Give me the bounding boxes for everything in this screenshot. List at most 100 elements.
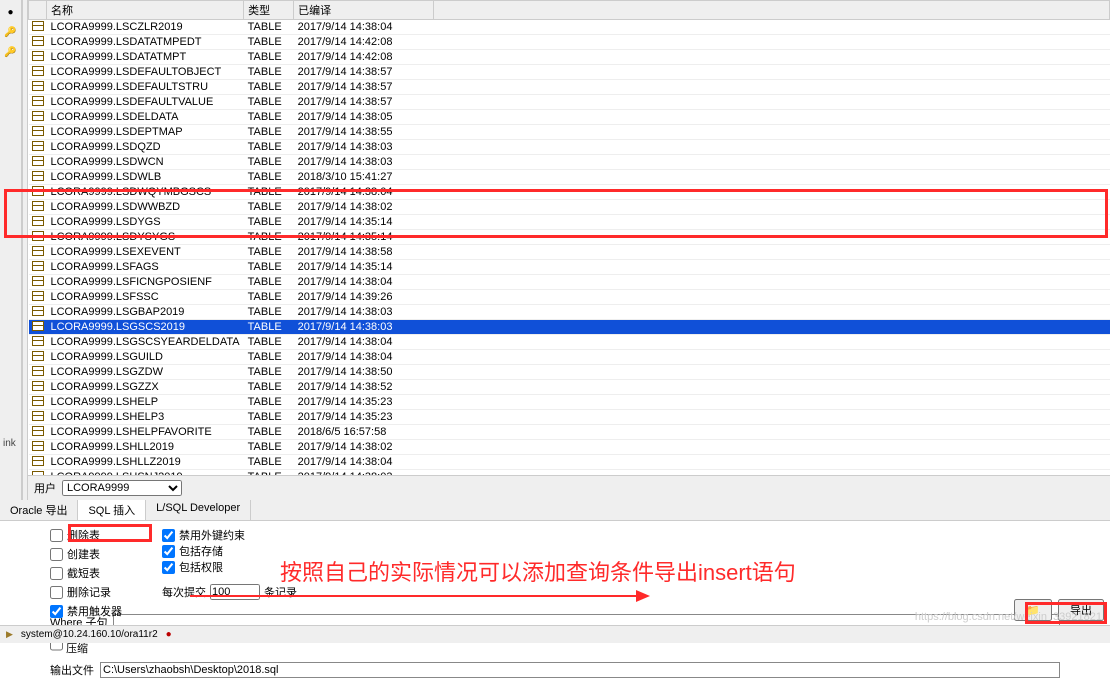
option-删除记录[interactable]: 删除记录 <box>50 584 122 600</box>
object-table[interactable]: 名称 类型 已编译 LCORA9999.LSCZLR2019TABLE2017/… <box>28 0 1110 475</box>
table-row[interactable]: LCORA9999.LSDATATMPEDTTABLE2017/9/14 14:… <box>29 35 1110 50</box>
table-icon <box>32 66 44 76</box>
cell-date: 2017/9/14 14:38:04 <box>294 185 434 200</box>
cell-type: TABLE <box>244 80 294 95</box>
cell-type: TABLE <box>244 395 294 410</box>
table-row[interactable]: LCORA9999.LSDYSYGSTABLE2017/9/14 14:35:1… <box>29 230 1110 245</box>
link-tab[interactable]: ink <box>3 438 16 449</box>
option-截短表[interactable]: 截短表 <box>50 565 122 581</box>
table-row[interactable]: LCORA9999.LSDEFAULTVALUETABLE2017/9/14 1… <box>29 95 1110 110</box>
table-icon <box>32 96 44 106</box>
cell-name: LCORA9999.LSDEPTMAP <box>47 125 244 140</box>
tool-key2-icon[interactable]: 🔑 <box>3 44 19 60</box>
table-row[interactable]: LCORA9999.LSDATATMPTTABLE2017/9/14 14:42… <box>29 50 1110 65</box>
option-包括权限[interactable]: 包括权限 <box>162 559 297 575</box>
cell-date: 2017/9/14 14:39:26 <box>294 290 434 305</box>
option-创建表[interactable]: 创建表 <box>50 546 122 562</box>
table-row[interactable]: LCORA9999.LSDWWBZDTABLE2017/9/14 14:38:0… <box>29 200 1110 215</box>
table-row[interactable]: LCORA9999.LSGSCSYEARDELDATATABLE2017/9/1… <box>29 335 1110 350</box>
cell-type: TABLE <box>244 110 294 125</box>
cell-type: TABLE <box>244 65 294 80</box>
option-包括存储[interactable]: 包括存储 <box>162 543 297 559</box>
tool-key-icon[interactable]: 🔑 <box>3 24 19 40</box>
table-icon <box>32 111 44 121</box>
table-row[interactable]: LCORA9999.LSDELDATATABLE2017/9/14 14:38:… <box>29 110 1110 125</box>
table-row[interactable]: LCORA9999.LSFSSCTABLE2017/9/14 14:39:26 <box>29 290 1110 305</box>
table-row[interactable]: LCORA9999.LSDEFAULTSTRUTABLE2017/9/14 14… <box>29 80 1110 95</box>
cell-date: 2017/9/14 14:38:58 <box>294 245 434 260</box>
option-禁用外键约束[interactable]: 禁用外键约束 <box>162 527 297 543</box>
status-text: system@10.24.160.10/ora11r2 <box>21 629 158 640</box>
table-row[interactable]: LCORA9999.LSDEFAULTOBJECTTABLE2017/9/14 … <box>29 65 1110 80</box>
table-row[interactable]: LCORA9999.LSDQZDTABLE2017/9/14 14:38:03 <box>29 140 1110 155</box>
table-icon <box>32 426 44 436</box>
cell-date: 2017/9/14 14:38:57 <box>294 65 434 80</box>
cell-name: LCORA9999.LSGUILD <box>47 350 244 365</box>
option-删除表[interactable]: 删除表 <box>50 527 122 543</box>
cell-type: TABLE <box>244 230 294 245</box>
watermark: https://blog.csdn.net/weixin_33921821 <box>915 611 1102 623</box>
status-bar: ▶ system@10.24.160.10/ora11r2 ● <box>0 625 1110 643</box>
cell-date: 2017/9/14 14:38:57 <box>294 95 434 110</box>
cell-type: TABLE <box>244 455 294 470</box>
table-row[interactable]: LCORA9999.LSGZDWTABLE2017/9/14 14:38:50 <box>29 365 1110 380</box>
table-row[interactable]: LCORA9999.LSHLLZ2019TABLE2017/9/14 14:38… <box>29 455 1110 470</box>
tab-plsql-dev[interactable]: L/SQL Developer <box>146 500 251 520</box>
table-row[interactable]: LCORA9999.LSGZZXTABLE2017/9/14 14:38:52 <box>29 380 1110 395</box>
cell-date: 2017/9/14 14:35:14 <box>294 215 434 230</box>
table-row[interactable]: LCORA9999.LSCZLR2019TABLE2017/9/14 14:38… <box>29 20 1110 35</box>
table-row[interactable]: LCORA9999.LSHELPTABLE2017/9/14 14:35:23 <box>29 395 1110 410</box>
col-name[interactable]: 名称 <box>47 1 244 20</box>
cell-type: TABLE <box>244 380 294 395</box>
cell-type: TABLE <box>244 440 294 455</box>
cell-name: LCORA9999.LSHELP <box>47 395 244 410</box>
cell-type: TABLE <box>244 290 294 305</box>
cell-name: LCORA9999.LSDYSYGS <box>47 230 244 245</box>
table-row[interactable]: LCORA9999.LSGUILDTABLE2017/9/14 14:38:04 <box>29 350 1110 365</box>
table-row[interactable]: LCORA9999.LSDWQYMBGSCSTABLE2017/9/14 14:… <box>29 185 1110 200</box>
output-file-input[interactable] <box>100 662 1060 678</box>
cell-name: LCORA9999.LSHELP3 <box>47 410 244 425</box>
col-date[interactable]: 已编译 <box>294 1 434 20</box>
cell-date: 2017/9/14 14:38:55 <box>294 125 434 140</box>
tool-dot-icon[interactable]: ● <box>3 4 19 20</box>
option-禁用触发器[interactable]: 禁用触发器 <box>50 603 122 619</box>
col-type[interactable]: 类型 <box>244 1 294 20</box>
annotation-arrow <box>190 590 650 602</box>
table-icon <box>32 381 44 391</box>
tab-sql-insert[interactable]: SQL 插入 <box>78 500 146 520</box>
cell-name: LCORA9999.LSDEFAULTSTRU <box>47 80 244 95</box>
table-row[interactable]: LCORA9999.LSDEPTMAPTABLE2017/9/14 14:38:… <box>29 125 1110 140</box>
cell-name: LCORA9999.LSDWQYMBGSCS <box>47 185 244 200</box>
table-row[interactable]: LCORA9999.LSDWLBTABLE2018/3/10 15:41:27 <box>29 170 1110 185</box>
cell-type: TABLE <box>244 140 294 155</box>
table-icon <box>32 411 44 421</box>
table-icon <box>32 171 44 181</box>
cell-type: TABLE <box>244 410 294 425</box>
cell-name: LCORA9999.LSDEFAULTVALUE <box>47 95 244 110</box>
table-icon <box>32 456 44 466</box>
cell-name: LCORA9999.LSDWCN <box>47 155 244 170</box>
cell-date: 2017/9/14 14:35:23 <box>294 410 434 425</box>
table-row[interactable]: LCORA9999.LSHELP3TABLE2017/9/14 14:35:23 <box>29 410 1110 425</box>
user-select[interactable]: LCORA9999 <box>62 480 182 496</box>
cell-name: LCORA9999.LSDWWBZD <box>47 200 244 215</box>
cell-date: 2017/9/14 14:38:04 <box>294 335 434 350</box>
left-toolbar: ● 🔑 🔑 <box>0 0 22 500</box>
table-row[interactable]: LCORA9999.LSFICNGPOSIENFTABLE2017/9/14 1… <box>29 275 1110 290</box>
table-row[interactable]: LCORA9999.LSHLL2019TABLE2017/9/14 14:38:… <box>29 440 1110 455</box>
table-row[interactable]: LCORA9999.LSGSCS2019TABLE2017/9/14 14:38… <box>29 320 1110 335</box>
table-row[interactable]: LCORA9999.LSGBAP2019TABLE2017/9/14 14:38… <box>29 305 1110 320</box>
tab-oracle-export[interactable]: Oracle 导出 <box>0 500 78 520</box>
table-row[interactable]: LCORA9999.LSFAGSTABLE2017/9/14 14:35:14 <box>29 260 1110 275</box>
cell-date: 2017/9/14 14:38:57 <box>294 80 434 95</box>
table-row[interactable]: LCORA9999.LSHELPFAVORITETABLE2018/6/5 16… <box>29 425 1110 440</box>
table-row[interactable]: LCORA9999.LSEXEVENTTABLE2017/9/14 14:38:… <box>29 245 1110 260</box>
table-icon <box>32 471 44 476</box>
cell-type: TABLE <box>244 245 294 260</box>
table-row[interactable]: LCORA9999.LSDWCNTABLE2017/9/14 14:38:03 <box>29 155 1110 170</box>
cell-type: TABLE <box>244 170 294 185</box>
cell-date: 2017/9/14 14:38:04 <box>294 455 434 470</box>
table-row[interactable]: LCORA9999.LSDYGSTABLE2017/9/14 14:35:14 <box>29 215 1110 230</box>
cell-name: LCORA9999.LSGZZX <box>47 380 244 395</box>
